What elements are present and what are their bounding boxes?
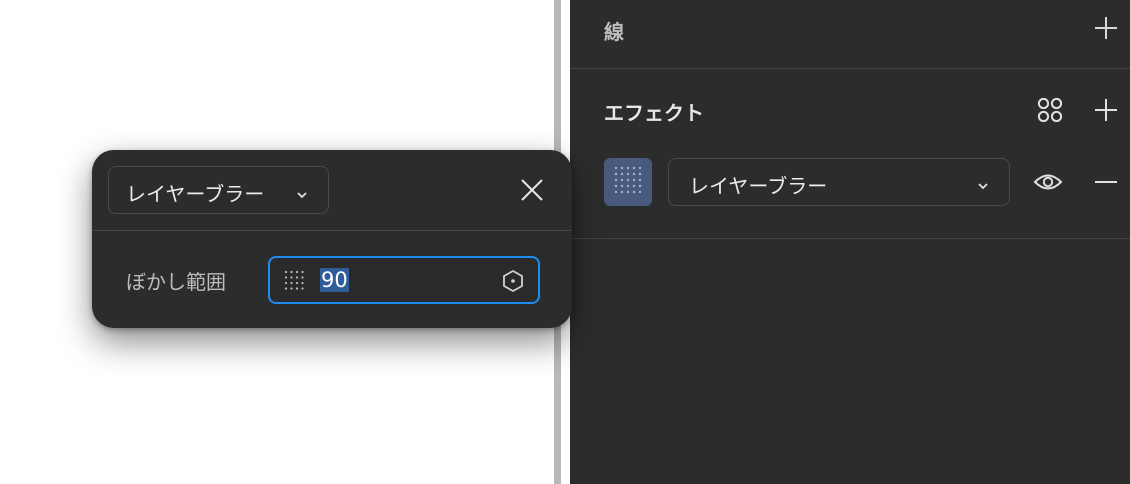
section-divider: [570, 238, 1130, 239]
variable-binding-button[interactable]: [502, 269, 524, 297]
stroke-add-button[interactable]: [1090, 12, 1122, 44]
blur-radius-input[interactable]: 90: [268, 256, 540, 304]
chevron-down-icon: [977, 176, 989, 195]
chevron-down-icon: [296, 185, 308, 204]
plus-icon: [1094, 98, 1118, 122]
blur-grid-icon: [284, 270, 306, 296]
effect-remove-button[interactable]: [1090, 166, 1122, 198]
properties-panel: 線 エフェクト レイヤーブラー: [570, 0, 1130, 484]
effect-visibility-button[interactable]: [1032, 166, 1064, 198]
popup-close-button[interactable]: [516, 174, 548, 206]
effect-styles-button[interactable]: [1034, 94, 1066, 126]
blur-grid-icon: [613, 165, 643, 199]
eye-icon: [1033, 171, 1063, 193]
effect-add-button[interactable]: [1090, 94, 1122, 126]
hexagon-icon: [502, 269, 524, 297]
effect-type-label: レイヤーブラー: [689, 174, 828, 198]
effect-section-title: エフェクト: [604, 101, 704, 125]
popup-divider: [92, 230, 572, 231]
blur-type-label: レイヤーブラー: [126, 182, 265, 206]
blur-radius-label: ぼかし範囲: [126, 270, 226, 294]
effect-settings-button[interactable]: [604, 158, 652, 206]
plus-icon: [1094, 16, 1118, 40]
close-icon: [521, 179, 543, 201]
minus-icon: [1094, 170, 1118, 194]
four-dots-icon: [1037, 97, 1063, 123]
stroke-section-title: 線: [604, 20, 624, 44]
blur-settings-popup: レイヤーブラー ぼかし範囲 90: [92, 150, 572, 328]
blur-type-dropdown[interactable]: レイヤーブラー: [108, 166, 329, 214]
section-divider: [570, 68, 1130, 69]
blur-radius-value[interactable]: 90: [320, 268, 349, 292]
effect-type-dropdown[interactable]: レイヤーブラー: [668, 158, 1010, 206]
